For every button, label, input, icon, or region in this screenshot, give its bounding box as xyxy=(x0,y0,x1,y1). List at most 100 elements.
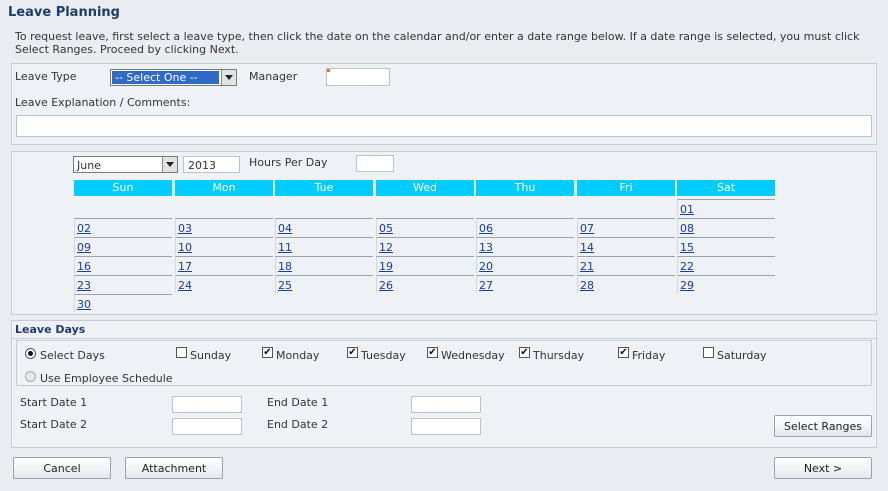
manager-input[interactable] xyxy=(326,68,390,86)
calendar-day-cell: 02 xyxy=(74,218,172,236)
calendar-day-link[interactable]: 26 xyxy=(379,279,393,292)
required-flag-icon xyxy=(327,69,330,72)
end-date-1-label: End Date 1 xyxy=(267,396,329,409)
calendar-day-cell: 07 xyxy=(577,218,675,236)
calendar-day-link[interactable]: 13 xyxy=(479,241,493,254)
calendar-day-link[interactable]: 29 xyxy=(680,279,694,292)
calendar-header-5: Fri xyxy=(577,180,675,196)
calendar-day-link[interactable]: 20 xyxy=(479,260,493,273)
calendar-day-cell: 15 xyxy=(677,237,775,255)
calendar-day-cell: 12 xyxy=(376,237,474,255)
year-value: 2013 xyxy=(188,159,216,172)
calendar-day-link[interactable]: 09 xyxy=(77,241,91,254)
calendar-day-link[interactable]: 08 xyxy=(680,222,694,235)
calendar-day-cell: 03 xyxy=(175,218,273,236)
calendar-day-cell: 26 xyxy=(376,275,474,293)
day-checkbox-label-4: Thursday xyxy=(533,349,585,362)
end-date-1-input[interactable] xyxy=(411,396,481,413)
cancel-button[interactable]: Cancel xyxy=(13,457,111,479)
day-checkbox-label-1: Monday xyxy=(276,349,320,362)
calendar-day-link[interactable]: 27 xyxy=(479,279,493,292)
calendar-day-link[interactable]: 12 xyxy=(379,241,393,254)
calendar-day-cell: 01 xyxy=(677,199,775,217)
calendar-day-link[interactable]: 14 xyxy=(580,241,594,254)
calendar-day-link[interactable]: 05 xyxy=(379,222,393,235)
calendar-day-link[interactable]: 06 xyxy=(479,222,493,235)
calendar-day-link[interactable]: 02 xyxy=(77,222,91,235)
hours-per-day-label: Hours Per Day xyxy=(249,156,328,169)
calendar-day-link[interactable]: 11 xyxy=(278,241,292,254)
calendar-day-link[interactable]: 21 xyxy=(580,260,594,273)
comments-input[interactable] xyxy=(16,115,872,137)
calendar-day-link[interactable]: 25 xyxy=(278,279,292,292)
calendar-day-link[interactable]: 10 xyxy=(178,241,192,254)
calendar-day-cell: 08 xyxy=(677,218,775,236)
end-date-2-input[interactable] xyxy=(411,418,481,435)
calendar-header-4: Thu xyxy=(476,180,574,196)
select-ranges-button[interactable]: Select Ranges xyxy=(774,415,872,437)
calendar-header-1: Mon xyxy=(175,180,273,196)
comments-label: Leave Explanation / Comments: xyxy=(15,96,191,109)
instructions-text: To request leave, first select a leave t… xyxy=(15,30,860,56)
start-date-1-label: Start Date 1 xyxy=(20,396,88,409)
attachment-button[interactable]: Attachment xyxy=(125,457,223,479)
calendar-day-cell: 04 xyxy=(275,218,373,236)
calendar-day-link[interactable]: 07 xyxy=(580,222,594,235)
calendar-header-2: Tue xyxy=(275,180,373,196)
calendar-day-link[interactable]: 17 xyxy=(178,260,192,273)
calendar-day-link[interactable]: 23 xyxy=(77,279,91,292)
day-checkbox-label-5: Friday xyxy=(632,349,666,362)
calendar-day-link[interactable]: 15 xyxy=(680,241,694,254)
day-checkbox-5[interactable]: ✔ xyxy=(618,347,629,358)
calendar-day-cell: 18 xyxy=(275,256,373,274)
day-checkbox-label-2: Tuesday xyxy=(361,349,406,362)
start-date-2-label: Start Date 2 xyxy=(20,418,88,431)
day-checkbox-3[interactable]: ✔ xyxy=(427,347,438,358)
calendar-day-cell: 20 xyxy=(476,256,574,274)
end-date-2-label: End Date 2 xyxy=(267,418,329,431)
calendar-day-link[interactable]: 16 xyxy=(77,260,91,273)
start-date-1-input[interactable] xyxy=(172,396,242,413)
next-button[interactable]: Next > xyxy=(774,457,872,479)
chevron-down-icon[interactable] xyxy=(221,70,236,85)
day-checkbox-4[interactable]: ✔ xyxy=(519,347,530,358)
calendar-day-link[interactable]: 03 xyxy=(178,222,192,235)
chevron-down-icon[interactable] xyxy=(162,157,177,172)
calendar-day-cell: 28 xyxy=(577,275,675,293)
use-employee-schedule-label: Use Employee Schedule xyxy=(40,372,173,385)
calendar-day-link[interactable]: 28 xyxy=(580,279,594,292)
calendar-day-cell: 22 xyxy=(677,256,775,274)
calendar-day-cell: 25 xyxy=(275,275,373,293)
day-checkbox-label-0: Sunday xyxy=(190,349,232,362)
use-employee-schedule-radio[interactable] xyxy=(25,371,36,382)
calendar-day-link[interactable]: 19 xyxy=(379,260,393,273)
year-input[interactable]: 2013 xyxy=(183,156,240,173)
day-checkbox-6[interactable] xyxy=(703,347,714,358)
calendar-day-link[interactable]: 30 xyxy=(77,298,91,311)
calendar-day-cell: 05 xyxy=(376,218,474,236)
calendar-day-cell: 30 xyxy=(74,294,172,312)
month-select[interactable]: June xyxy=(73,156,178,173)
leave-days-divider xyxy=(12,338,876,339)
calendar-day-link[interactable]: 24 xyxy=(178,279,192,292)
start-date-2-input[interactable] xyxy=(172,418,242,435)
hours-per-day-input[interactable] xyxy=(356,155,394,172)
calendar-header-3: Wed xyxy=(376,180,474,196)
day-checkbox-2[interactable]: ✔ xyxy=(347,347,358,358)
page-title: Leave Planning xyxy=(8,5,120,20)
calendar-day-cell: 09 xyxy=(74,237,172,255)
calendar-day-link[interactable]: 22 xyxy=(680,260,694,273)
calendar-day-link[interactable]: 18 xyxy=(278,260,292,273)
select-days-radio[interactable] xyxy=(25,348,36,359)
day-checkbox-0[interactable] xyxy=(176,347,187,358)
calendar-day-cell: 17 xyxy=(175,256,273,274)
calendar-day-link[interactable]: 01 xyxy=(680,203,694,216)
calendar-header-6: Sat xyxy=(677,180,775,196)
calendar-day-cell: 06 xyxy=(476,218,574,236)
calendar-day-cell: 14 xyxy=(577,237,675,255)
day-checkbox-1[interactable]: ✔ xyxy=(262,347,273,358)
leave-type-select[interactable]: -- Select One -- xyxy=(110,69,237,86)
calendar-day-link[interactable]: 04 xyxy=(278,222,292,235)
select-days-label: Select Days xyxy=(40,349,105,362)
calendar-day-cell: 10 xyxy=(175,237,273,255)
